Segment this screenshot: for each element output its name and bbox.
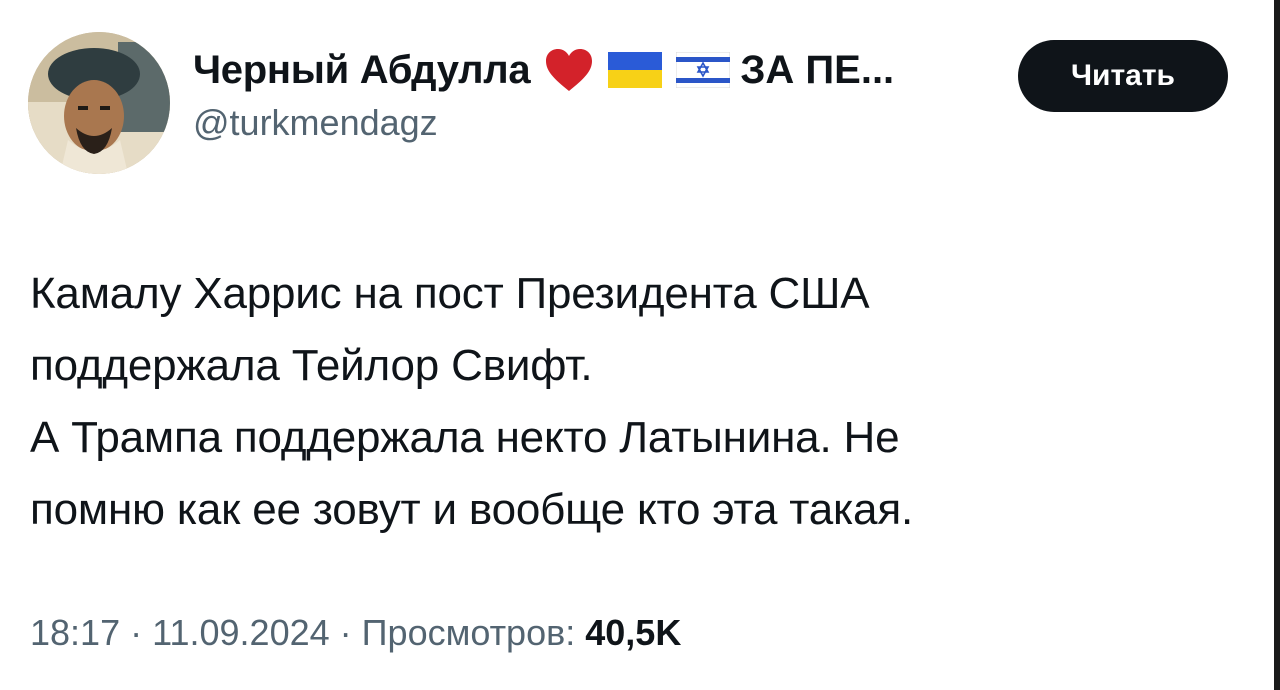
avatar-image [28, 32, 170, 174]
avatar[interactable] [28, 32, 170, 174]
tweet-line: поддержала Тейлор Свифт. [30, 341, 593, 390]
ukraine-flag-icon [608, 52, 663, 88]
author-handle[interactable]: @turkmendagz [193, 102, 894, 144]
display-name-row[interactable]: Черный Абдулла ЗА ПЕ... [193, 42, 894, 98]
views-label: Просмотров: [361, 612, 576, 653]
heart-icon [544, 47, 594, 93]
tweet-header: Черный Абдулла ЗА ПЕ... @turkmendagz Чит… [28, 32, 1238, 177]
tweet-time[interactable]: 18:17 [30, 612, 120, 653]
follow-button[interactable]: Читать [1018, 40, 1228, 112]
tweet-line: А Трампа поддержала некто Латынина. Не [30, 413, 900, 462]
window-edge [1274, 0, 1280, 690]
tweet-meta: 18:17 · 11.09.2024 · Просмотров: 40,5K [30, 612, 681, 654]
author-info: Черный Абдулла ЗА ПЕ... @turkmendagz [193, 42, 894, 144]
meta-separator: · [339, 612, 352, 653]
display-name-suffix[interactable]: ЗА ПЕ... [740, 48, 894, 93]
views-count[interactable]: 40,5K [585, 612, 681, 653]
display-name[interactable]: Черный Абдулла [193, 48, 531, 93]
meta-separator: · [130, 612, 143, 653]
tweet-date[interactable]: 11.09.2024 [152, 612, 330, 653]
tweet-line: помню как ее зовут и вообще кто эта така… [30, 485, 913, 534]
tweet-line: Камалу Харрис на пост Президента США [30, 269, 870, 318]
israel-flag-icon [676, 52, 731, 88]
tweet-text: Камалу Харрис на пост Президента США под… [30, 258, 1210, 546]
